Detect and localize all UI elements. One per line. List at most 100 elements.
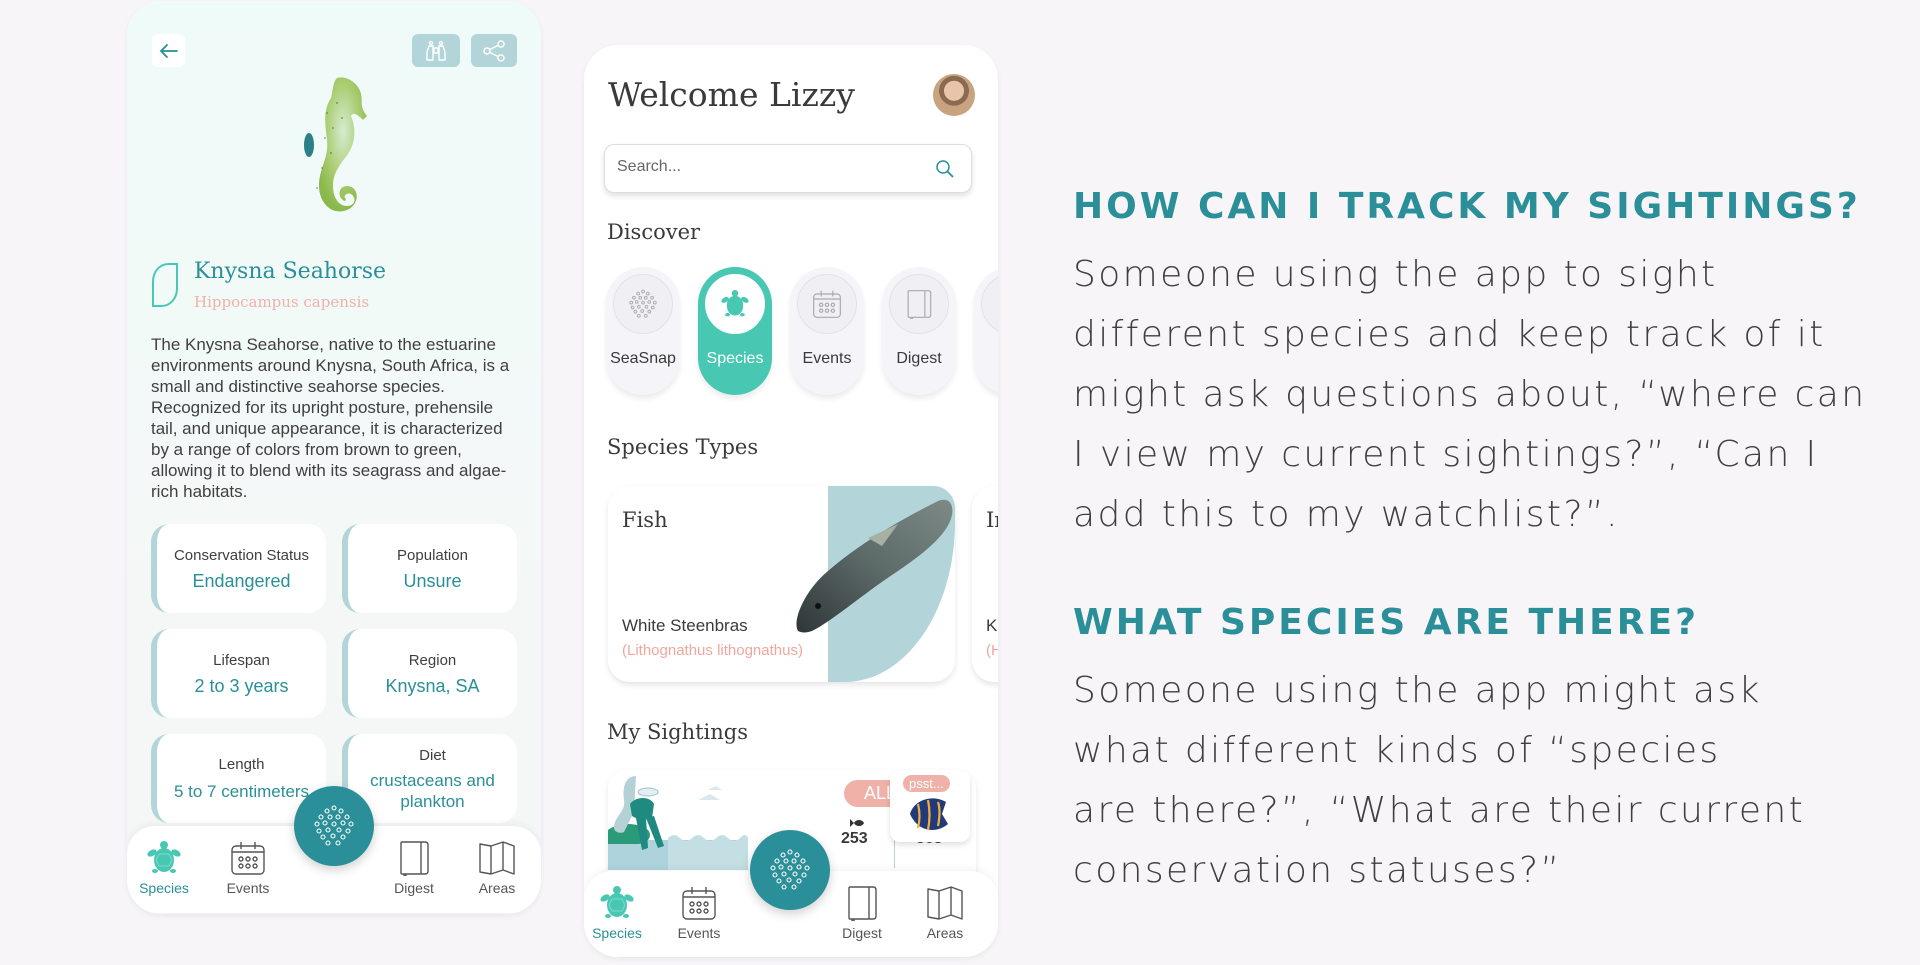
nav-species[interactable]: Species	[584, 885, 652, 941]
featured-scientific-name: (H	[986, 642, 998, 659]
nav-label: Species	[139, 880, 189, 896]
sightings-illustration	[608, 776, 748, 870]
calendar-icon	[813, 290, 841, 318]
fish-small-icon	[850, 819, 864, 827]
share-button[interactable]	[471, 34, 517, 67]
discover-title: Discover	[607, 220, 701, 244]
stat-population: Population Unsure	[342, 524, 517, 613]
avatar[interactable]	[933, 74, 975, 116]
nav-areas[interactable]: Areas	[462, 840, 532, 896]
map-icon	[927, 886, 963, 920]
featured-scientific-name: (Lithognathus lithognathus)	[622, 642, 803, 659]
notebook-icon	[848, 886, 877, 921]
seasnap-icon	[314, 805, 354, 846]
nav-label: Species	[592, 925, 642, 941]
discover-label: Species	[706, 350, 764, 367]
share-icon	[483, 39, 505, 62]
stat-label: Region	[408, 651, 457, 669]
scientific-name: Hippocampus capensis	[194, 293, 370, 311]
discover-areas[interactable]: A	[974, 267, 998, 395]
stat-value: 5 to 7 centimeters	[173, 781, 310, 801]
stat-label: Lifespan	[213, 651, 270, 669]
map-icon	[479, 841, 515, 875]
body-line: Someone using the app to sight	[1073, 254, 1718, 295]
tip-card[interactable]: psst...	[890, 770, 970, 842]
tip-badge: psst...	[903, 775, 950, 792]
seasnap-fab[interactable]	[294, 786, 374, 866]
stat-lifespan: Lifespan 2 to 3 years	[151, 629, 326, 718]
species-type-card-fish[interactable]: Fish White Steenbras (Lithognathus litho…	[608, 486, 955, 682]
home-screen: Welcome Lizzy Discover SeaSnap Species E…	[584, 45, 998, 957]
discover-seasnap[interactable]: SeaSnap	[606, 267, 680, 395]
question-title: WHAT SPECIES ARE THERE?	[1073, 602, 1699, 643]
my-sightings-title: My Sightings	[607, 720, 749, 744]
search-icon[interactable]	[935, 159, 955, 179]
stat-label: Length	[218, 755, 265, 773]
turtle-icon	[600, 886, 634, 918]
calendar-icon	[682, 887, 716, 920]
seasnap-icon	[629, 289, 657, 318]
body-line: might ask questions about, “where can	[1073, 374, 1867, 415]
nav-events[interactable]: Events	[213, 840, 283, 896]
seasnap-icon	[770, 849, 810, 890]
species-detail-screen: Knysna Seahorse Hippocampus capensis The…	[127, 1, 541, 914]
body-line: different species and keep track of it	[1073, 314, 1826, 355]
species-description: The Knysna Seahorse, native to the estua…	[151, 335, 510, 501]
stat-value: Knysna, SA	[385, 675, 480, 696]
species-count: 253	[841, 830, 868, 847]
stat-value: Unsure	[403, 570, 462, 591]
nav-label: Events	[677, 925, 721, 941]
stat-value: 2 to 3 years	[194, 675, 289, 696]
nav-label: Events	[226, 880, 270, 896]
calendar-icon	[231, 842, 265, 875]
discover-species[interactable]: Species	[698, 267, 772, 395]
nav-digest[interactable]: Digest	[827, 885, 897, 941]
watchlist-button[interactable]	[412, 34, 460, 67]
discover-label: A	[974, 350, 998, 368]
discover-label: Events	[802, 350, 852, 367]
body-line: conservation statuses?”	[1073, 850, 1562, 891]
discover-events[interactable]: Events	[790, 267, 864, 395]
back-button[interactable]	[152, 34, 185, 67]
arrow-left-icon	[159, 43, 178, 58]
stat-region: Region Knysna, SA	[342, 629, 517, 718]
species-type-card-next[interactable]: In K (H	[972, 486, 998, 682]
stat-conservation-status: Conservation Status Endangered	[151, 524, 326, 613]
turtle-icon	[147, 841, 181, 873]
search-bar	[604, 144, 972, 193]
nav-species[interactable]: Species	[129, 840, 199, 896]
nav-digest[interactable]: Digest	[379, 840, 449, 896]
angelfish-image	[910, 798, 948, 831]
discover-digest[interactable]: Digest	[882, 267, 956, 395]
stat-label: Population	[397, 546, 468, 564]
fish-image	[796, 499, 953, 633]
nav-label: Areas	[478, 880, 516, 896]
question-body: Someone using the app to sight different…	[1073, 245, 1873, 545]
search-input[interactable]	[617, 158, 917, 176]
species-name: Knysna Seahorse	[194, 259, 387, 284]
stat-value: crustaceans and plankton	[370, 771, 495, 811]
nav-areas[interactable]: Areas	[910, 885, 980, 941]
question-body: Someone using the app might ask what dif…	[1073, 661, 1873, 901]
featured-common-name: K	[986, 616, 998, 635]
turtle-icon	[721, 290, 749, 317]
leaf-icon	[152, 263, 178, 307]
question-title: HOW CAN I TRACK MY SIGHTINGS?	[1073, 186, 1861, 227]
body-line: I view my current sightings?”, “Can I	[1073, 434, 1819, 475]
nav-events[interactable]: Events	[664, 885, 734, 941]
body-line: Someone using the app might ask	[1073, 670, 1762, 711]
stat-value: Endangered	[192, 570, 291, 591]
body-line: what different kinds of “species	[1073, 730, 1721, 771]
featured-common-name: White Steenbras	[622, 616, 748, 635]
seasnap-fab[interactable]	[750, 830, 830, 910]
notebook-icon	[907, 290, 932, 319]
body-line: are there?”, “What are their current	[1073, 790, 1806, 831]
discover-label: SeaSnap	[610, 350, 676, 367]
seahorse-image	[304, 77, 367, 212]
body-line: add this to my watchlist?”.	[1073, 494, 1620, 535]
nav-label: Digest	[394, 880, 434, 896]
species-type-title: In	[986, 508, 998, 532]
binoculars-icon	[426, 40, 446, 61]
species-type-title: Fish	[622, 508, 668, 532]
notebook-icon	[400, 841, 429, 876]
